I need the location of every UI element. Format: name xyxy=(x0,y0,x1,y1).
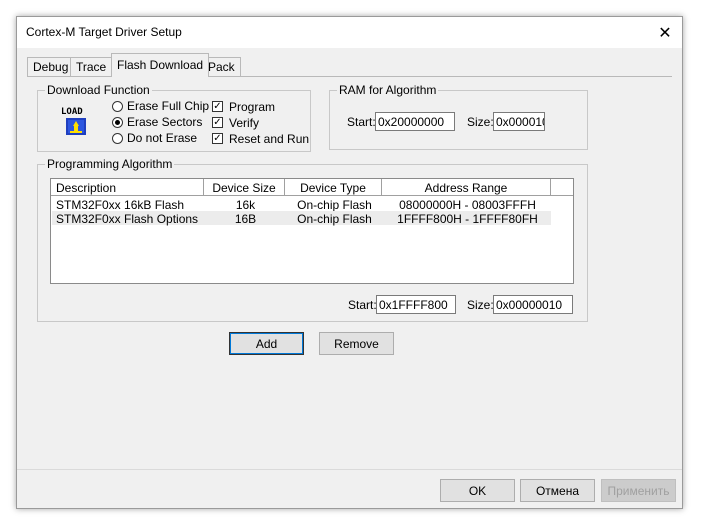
column-header-device-type[interactable]: Device Type xyxy=(285,179,382,196)
ram-size-label: Size: xyxy=(467,115,494,129)
algo-start-label: Start: xyxy=(348,298,377,312)
ram-start-input[interactable]: 0x20000000 xyxy=(375,112,455,131)
tab-label: Debug xyxy=(33,60,69,74)
algorithm-list[interactable]: Description Device Size Device Type Addr… xyxy=(50,178,574,284)
column-header-address-range[interactable]: Address Range xyxy=(382,179,551,196)
add-button[interactable]: Add xyxy=(229,332,304,355)
row-device-type: On-chip Flash xyxy=(297,198,372,212)
do-not-erase-radio[interactable] xyxy=(112,133,123,144)
window-title: Cortex-M Target Driver Setup xyxy=(26,25,182,39)
verify-checkbox[interactable]: ✓ xyxy=(212,117,223,128)
reset-and-run-label: Reset and Run xyxy=(229,132,310,146)
program-label: Program xyxy=(229,100,276,114)
ram-start-label: Start: xyxy=(347,115,376,129)
row-address-range: 1FFFF800H - 1FFFF80FH xyxy=(397,212,538,226)
do-not-erase-label: Do not Erase xyxy=(127,131,198,145)
svg-text:LOAD: LOAD xyxy=(61,107,83,117)
tab-label: Pack xyxy=(208,60,235,74)
bottom-divider xyxy=(17,469,682,470)
algo-start-input[interactable]: 0x1FFFF800 xyxy=(376,295,456,314)
column-header-label: Device Type xyxy=(300,181,366,195)
tab-trace[interactable]: Trace xyxy=(70,57,113,76)
close-icon[interactable]: ✕ xyxy=(648,17,682,48)
title-bar: Cortex-M Target Driver Setup ✕ xyxy=(17,17,682,48)
column-header-label: Device Size xyxy=(212,181,276,195)
load-icon: LOAD xyxy=(60,105,92,137)
cancel-button[interactable]: Отмена xyxy=(520,479,595,502)
tab-flash-download[interactable]: Flash Download xyxy=(111,53,210,77)
column-header-label: Address Range xyxy=(424,181,508,195)
row-device-size: 16B xyxy=(234,212,257,226)
algo-size-label: Size: xyxy=(467,298,494,312)
ok-button[interactable]: OK xyxy=(440,479,515,502)
column-header-label: Description xyxy=(56,181,117,195)
program-checkbox[interactable]: ✓ xyxy=(212,101,223,112)
apply-button[interactable]: Применить xyxy=(601,479,676,502)
row-device-type: On-chip Flash xyxy=(297,212,372,226)
row-description: STM32F0xx Flash Options xyxy=(56,212,199,226)
row-address-range: 08000000H - 08003FFFH xyxy=(399,198,536,212)
row-device-size: 16k xyxy=(235,198,256,212)
erase-sectors-label: Erase Sectors xyxy=(127,115,203,129)
column-header-description[interactable]: Description xyxy=(51,179,204,196)
ram-size-input[interactable]: 0x000010 xyxy=(493,112,545,131)
remove-button[interactable]: Remove xyxy=(319,332,394,355)
erase-full-chip-label: Erase Full Chip xyxy=(127,99,210,113)
tab-label: Flash Download xyxy=(117,58,204,72)
column-header-device-size[interactable]: Device Size xyxy=(204,179,285,196)
table-row[interactable]: STM32F0xx Flash Options 16B On-chip Flas… xyxy=(52,211,551,226)
algo-size-input[interactable]: 0x00000010 xyxy=(493,295,573,314)
column-header-filler xyxy=(551,179,573,196)
erase-sectors-radio[interactable] xyxy=(112,117,123,128)
group-legend: Download Function xyxy=(45,83,152,97)
row-description: STM32F0xx 16kB Flash xyxy=(56,198,185,212)
dialog-window: Cortex-M Target Driver Setup ✕ Debug Tra… xyxy=(16,16,683,509)
group-legend: RAM for Algorithm xyxy=(337,83,439,97)
tab-debug[interactable]: Debug xyxy=(27,57,75,76)
tab-label: Trace xyxy=(76,60,107,74)
table-row[interactable]: STM32F0xx 16kB Flash 16k On-chip Flash 0… xyxy=(52,197,551,212)
group-legend: Programming Algorithm xyxy=(45,157,175,171)
verify-label: Verify xyxy=(229,116,260,130)
erase-full-chip-radio[interactable] xyxy=(112,101,123,112)
reset-and-run-checkbox[interactable]: ✓ xyxy=(212,133,223,144)
